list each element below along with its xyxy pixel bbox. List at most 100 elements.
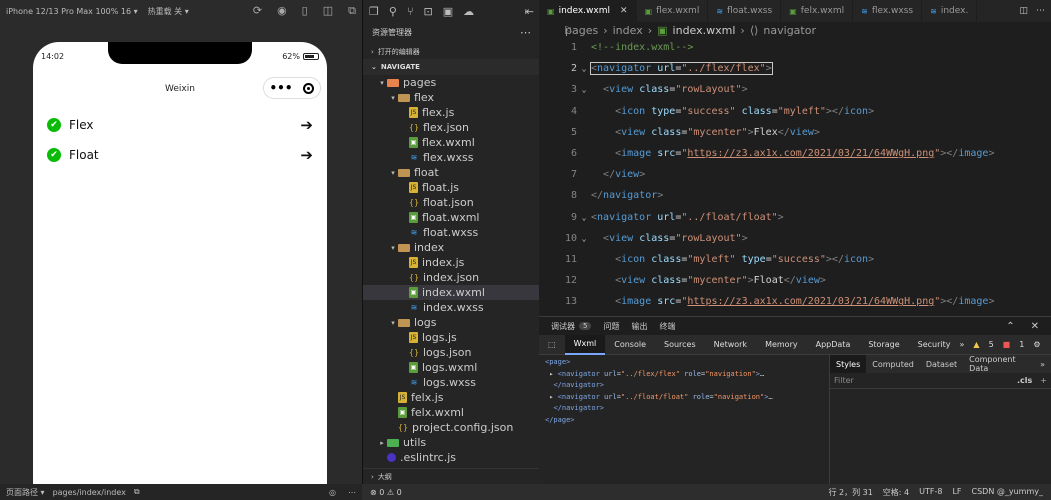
tree-item[interactable]: ▸ utils <box>363 435 540 450</box>
tree-item[interactable]: {} flex.json <box>363 120 540 135</box>
tab-flex-wxss[interactable]: ≋ flex.wxss <box>853 0 923 22</box>
tree-item[interactable]: ≋ logs.wxss <box>363 375 540 390</box>
split-icon[interactable]: ⇤ <box>525 5 534 18</box>
tab-styles[interactable]: Styles <box>830 355 867 373</box>
tree-item[interactable]: ▣ index.wxml <box>363 285 540 300</box>
tree-item[interactable]: {} index.json <box>363 270 540 285</box>
chevron-up-icon[interactable]: ⌃ <box>1006 321 1014 332</box>
cloud-icon[interactable]: ☁ <box>463 5 474 18</box>
tab-index-wxss[interactable]: ≋ index. <box>922 0 978 22</box>
tree-item[interactable]: ▾ float <box>363 165 540 180</box>
tree-item[interactable]: ▣ logs.wxml <box>363 360 540 375</box>
phone-icon[interactable]: ▯ <box>302 4 308 18</box>
tab-output[interactable]: 输出 <box>631 321 647 332</box>
wxml-tree[interactable]: <page> ▸ <navigator url="../flex/flex" r… <box>545 357 830 426</box>
chevron-down-icon[interactable]: ▾ <box>377 79 387 87</box>
tree-item[interactable]: {} float.json <box>363 195 540 210</box>
close-circle-icon[interactable] <box>303 82 315 94</box>
tab-console[interactable]: Console <box>605 335 655 355</box>
tree-item[interactable]: {} project.config.json <box>363 420 540 435</box>
tree-item[interactable]: JS float.js <box>363 180 540 195</box>
eye-icon[interactable]: ◎ <box>329 488 336 497</box>
chevron-down-icon[interactable]: ▾ <box>388 244 398 252</box>
error-count[interactable]: 1 <box>1019 340 1024 349</box>
tab-appdata[interactable]: AppData <box>807 335 860 355</box>
navigator-float[interactable]: ✔ Float ➔ <box>47 144 313 166</box>
copy-icon[interactable]: ⧉ <box>134 487 140 497</box>
more-icon[interactable]: ⋯ <box>1036 6 1045 16</box>
source-control-icon[interactable]: ⑂ <box>407 5 414 18</box>
tree-item[interactable]: JS felx.js <box>363 390 540 405</box>
tree-item[interactable]: ▾ index <box>363 240 540 255</box>
more-icon[interactable]: ⋯ <box>520 26 531 39</box>
tab-float-wxss[interactable]: ≋ float.wxss <box>708 0 782 22</box>
crumb-navigator[interactable]: navigator <box>763 24 816 37</box>
tab-component-data[interactable]: Component Data <box>963 355 1034 373</box>
tree-item[interactable]: ≋ index.wxss <box>363 300 540 315</box>
encoding[interactable]: UTF-8 <box>919 487 942 498</box>
bookmark-icon[interactable]: ⚐ <box>563 24 573 37</box>
stop-icon[interactable]: ◉ <box>277 4 287 18</box>
tree-item[interactable]: ▣ float.wxml <box>363 210 540 225</box>
tab-debugger[interactable]: 调试器 <box>551 321 575 332</box>
page-path-label[interactable]: 页面路径 ▾ <box>6 487 45 498</box>
crumb-file[interactable]: index.wxml <box>673 24 736 37</box>
open-editors-section[interactable]: › 打开的编辑器 <box>363 44 540 59</box>
filter-input[interactable]: Filter <box>834 376 854 385</box>
tree-item[interactable]: JS flex.js <box>363 105 540 120</box>
tab-wxml[interactable]: Wxml <box>564 334 606 355</box>
tree-item[interactable]: JS index.js <box>363 255 540 270</box>
tab-terminal[interactable]: 终端 <box>659 321 675 332</box>
warning-count[interactable]: 5 <box>989 340 994 349</box>
gear-icon[interactable]: ⚙ <box>1033 340 1040 349</box>
cls-button[interactable]: .cls <box>1017 376 1032 385</box>
more-icon[interactable]: ⋯ <box>348 488 356 497</box>
tab-computed[interactable]: Computed <box>866 355 920 373</box>
chevron-down-icon[interactable]: ▾ <box>388 94 398 102</box>
tree-item[interactable]: ≋ float.wxss <box>363 225 540 240</box>
more-tabs-icon[interactable]: » <box>1034 355 1051 373</box>
tree-item[interactable]: ▾ pages <box>363 75 540 90</box>
inspect-icon[interactable]: ⬚ <box>539 335 565 355</box>
tab-dataset[interactable]: Dataset <box>920 355 963 373</box>
project-section[interactable]: ⌄ NAVIGATE <box>363 59 540 75</box>
tree-item[interactable]: ▣ flex.wxml <box>363 135 540 150</box>
refresh-icon[interactable]: ⟳ <box>253 4 262 18</box>
chevron-down-icon[interactable]: ▾ <box>388 319 398 327</box>
chevron-down-icon[interactable]: ▾ <box>388 169 398 177</box>
tab-network[interactable]: Network <box>705 335 756 355</box>
tree-item[interactable]: ▾ flex <box>363 90 540 105</box>
tree-item[interactable]: ≋ flex.wxss <box>363 150 540 165</box>
close-icon[interactable]: ✕ <box>1031 321 1039 332</box>
indent-spaces[interactable]: 空格: 4 <box>883 487 909 498</box>
crumb-index[interactable]: index <box>613 24 643 37</box>
mute-icon[interactable]: ◫ <box>323 4 333 18</box>
code-area[interactable]: 1 <!--index.wxml--> 2 ⌄ <navigator url="../… <box>539 37 1051 312</box>
debug-icon[interactable]: ⊡ <box>424 5 433 18</box>
close-icon[interactable]: ✕ <box>620 6 628 16</box>
tab-problems[interactable]: 问题 <box>603 321 619 332</box>
tab-storage[interactable]: Storage <box>859 335 908 355</box>
tab-flex-wxml[interactable]: ▣ flex.wxml <box>637 0 709 22</box>
device-selector[interactable]: iPhone 12/13 Pro Max 100% 16 ▾ <box>6 7 138 16</box>
search-icon[interactable]: ⚲ <box>389 5 397 18</box>
outline-section[interactable]: › 大纲 <box>363 468 540 484</box>
menu-capsule[interactable]: ••• <box>263 77 321 99</box>
tab-sources[interactable]: Sources <box>655 335 705 355</box>
tree-item[interactable]: .eslintrc.js <box>363 450 540 465</box>
tab-felx-wxml[interactable]: ▣ felx.wxml <box>781 0 854 22</box>
more-dots-icon[interactable]: ••• <box>269 81 292 95</box>
popout-icon[interactable]: ⧉ <box>348 4 356 18</box>
tree-item[interactable]: ▾ logs <box>363 315 540 330</box>
split-editor-icon[interactable]: ◫ <box>1019 6 1028 16</box>
more-tabs-icon[interactable]: » <box>960 340 965 349</box>
tab-index-wxml[interactable]: ▣ index.wxml ✕ <box>539 0 637 22</box>
tree-item[interactable]: {} logs.json <box>363 345 540 360</box>
tab-security[interactable]: Security <box>909 335 960 355</box>
plus-icon[interactable]: + <box>1040 376 1047 385</box>
line-ending[interactable]: LF <box>952 487 961 498</box>
tree-item[interactable]: ▣ felx.wxml <box>363 405 540 420</box>
problems-count[interactable]: ⊗ 0 ⚠ 0 <box>370 488 402 497</box>
tree-item[interactable]: JS logs.js <box>363 330 540 345</box>
hot-reload-toggle[interactable]: 热重载 关 ▾ <box>148 6 189 17</box>
